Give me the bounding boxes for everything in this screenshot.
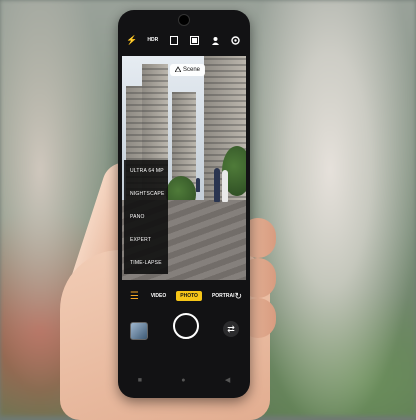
person: [196, 178, 200, 192]
scene-button[interactable]: Scene: [170, 64, 206, 76]
hdr-icon[interactable]: HDR: [147, 34, 159, 46]
menu-item-ultra-64mp[interactable]: ULTRA 64 MP: [124, 160, 168, 183]
mode-video[interactable]: VIDEO: [151, 293, 167, 299]
more-modes-menu: ULTRA 64 MP NIGHTSCAPE PANO EXPERT TIME-…: [124, 160, 168, 274]
beauty-icon[interactable]: [209, 34, 221, 46]
menu-item-pano[interactable]: PANO: [124, 206, 168, 229]
flash-icon[interactable]: ⚡: [126, 34, 138, 46]
filter-icon[interactable]: [188, 34, 200, 46]
front-camera-notch: [178, 14, 190, 26]
menu-item-expert[interactable]: EXPERT: [124, 228, 168, 251]
menu-item-time-lapse[interactable]: TIME-LAPSE: [124, 251, 168, 274]
back-icon[interactable]: ◀: [225, 376, 230, 384]
aspect-ratio-icon[interactable]: [168, 34, 180, 46]
camera-top-bar: ⚡ HDR: [126, 32, 242, 48]
shutter-button[interactable]: [173, 313, 199, 339]
smartphone: ⚡ HDR Scene ULTRA 64 MP NIGHTSCAPE PANO …: [118, 10, 250, 398]
scene-icon: [174, 66, 182, 74]
settings-icon[interactable]: [230, 34, 242, 46]
person: [222, 170, 228, 202]
mode-selector: ☰ VIDEO PHOTO PORTRAI ↻: [118, 286, 250, 306]
mode-portrait[interactable]: PORTRAI: [212, 293, 235, 299]
menu-item-nightscape[interactable]: NIGHTSCAPE: [124, 183, 168, 206]
switch-camera-icon[interactable]: ⇄: [223, 321, 239, 337]
hamburger-menu-icon[interactable]: ☰: [128, 291, 141, 302]
person: [214, 168, 220, 202]
mode-photo[interactable]: PHOTO: [176, 291, 202, 301]
navigation-bar: ■ ● ◀: [118, 372, 250, 388]
home-icon[interactable]: ●: [181, 377, 185, 384]
rotate-icon[interactable]: ↻: [234, 291, 242, 302]
scene-label: Scene: [183, 67, 201, 73]
gallery-thumbnail[interactable]: [130, 322, 148, 340]
recents-icon[interactable]: ■: [138, 377, 142, 384]
